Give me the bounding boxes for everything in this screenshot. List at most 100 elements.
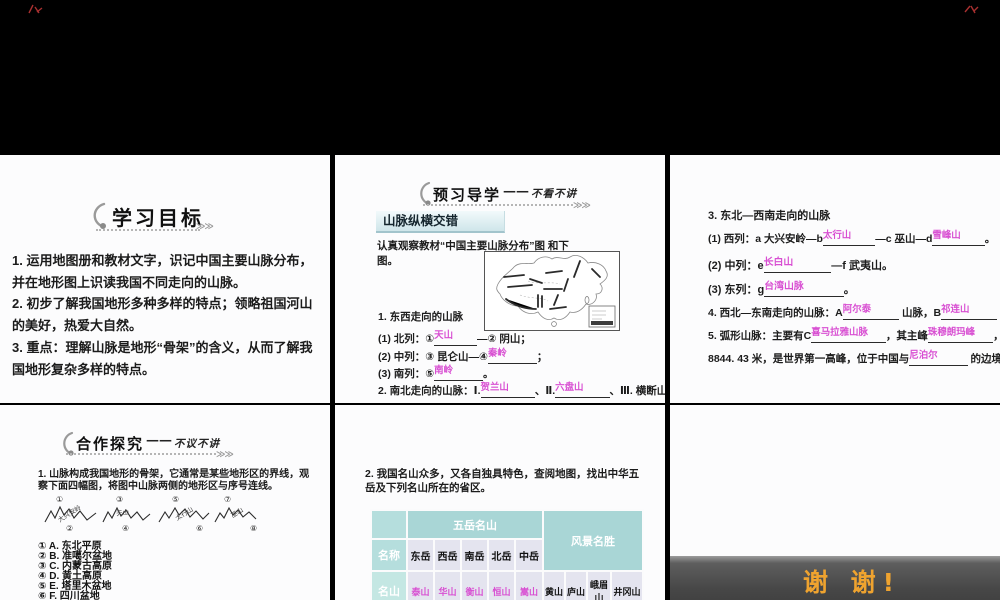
- question-line: 5. 弧形山脉：主要有C喜马拉雅山脉 ，其主峰珠穆朗玛峰 ，海拔: [708, 327, 1000, 343]
- question-line: 8844. 43 米，是世界第一高峰，位于中国与尼泊尔 的边境上。: [708, 350, 1000, 366]
- table-cell: 北岳: [489, 540, 514, 570]
- slide-page-1: 学习目标 ≫≫ 1. 运用地图册和教材文字，识记中国主要山脉分布，并在地形图上识…: [0, 155, 330, 403]
- answer-text: 尼泊尔: [909, 350, 938, 361]
- section-header: 山脉纵横交错: [376, 211, 505, 233]
- title-subtitle: 不议不讲: [174, 438, 220, 450]
- circled-number: ⑥: [196, 524, 204, 533]
- objective-item: 1. 运用地图册和教材文字，识记中国主要山脉分布，并在地形图上识读我国不同走向的…: [12, 253, 313, 290]
- table-answer-cell: 泰山: [408, 572, 433, 600]
- q-text: 4. 西北—东南走向的山脉：A: [708, 307, 843, 319]
- q-text: 。: [843, 284, 855, 296]
- question-line: 2. 南北走向的山脉：Ⅰ.贺兰山 、Ⅱ.六盘山 、Ⅲ. 横断山脉。: [378, 382, 665, 398]
- answer-text: 天山: [434, 330, 454, 341]
- slide-page-4: 合作探究 —— 不议不讲 ≫≫ 1. 山脉构成我国地形的骨架，它通常是某些地形区…: [0, 405, 330, 600]
- table-row-label: 名称: [372, 540, 406, 570]
- slide-page-2: 预习导学 —— 不看不讲 ≫≫ 山脉纵横交错 认真观察教材“中国主要山脉分布”图…: [335, 155, 665, 403]
- answer-text: 贺兰山: [480, 382, 509, 393]
- question-line: 4. 西北—东南走向的山脉：A阿尔泰 山脉，B祁连山 山脉。: [708, 304, 1000, 320]
- answer-blank: 南岭: [434, 365, 484, 381]
- table-corner-cell: [372, 511, 406, 538]
- q-text: —② 阴山；: [477, 333, 531, 345]
- dotted-rule: [423, 204, 573, 206]
- answer-blank: 秦岭: [487, 348, 537, 364]
- q-text: 5. 弧形山脉：主要有C: [708, 330, 812, 342]
- table-cell: 井冈山: [612, 572, 642, 600]
- q-text: (1) 西列：a 大兴安岭—b: [708, 233, 823, 245]
- table-cell: 南岳: [462, 540, 487, 570]
- table-cell: 东岳: [408, 540, 433, 570]
- q-text: ；: [536, 351, 548, 363]
- objective-item: 3. 重点：理解山脉是地形“骨架”的含义，从而了解我国地形复杂多样的特点。: [12, 340, 313, 377]
- answer-blank: 六盘山: [555, 382, 610, 398]
- q-text: 山脉，B: [899, 307, 942, 319]
- q-text: —c 巫山—d: [875, 233, 933, 245]
- circled-number: ②: [66, 524, 74, 533]
- answer-blank: 长白山: [763, 257, 832, 273]
- thanks-band: 谢 谢!: [670, 556, 1000, 600]
- range-label: 天山: [115, 509, 130, 518]
- answer-blank: 尼泊尔: [909, 350, 968, 366]
- q-text: (1) 北列：①: [378, 333, 435, 345]
- table-answer-cell: 华山: [435, 572, 460, 600]
- question-line: (1) 西列：a 大兴安岭—b太行山 —c 巫山—d雪峰山 。: [708, 230, 996, 246]
- chevrons-icon: ≫≫: [573, 200, 591, 210]
- circled-number: ④: [122, 524, 130, 533]
- mountain-figure: ③ 天山 ④: [102, 495, 160, 535]
- thanks-text: 谢 谢!: [802, 568, 902, 597]
- answer-blank: 太行山: [822, 230, 876, 246]
- question-line: (2) 中列：e长白山 —f 武夷山。: [708, 257, 893, 273]
- page-title: 合作探究: [76, 435, 145, 453]
- chevrons-icon: ≫≫: [216, 449, 234, 459]
- q-text: 2. 南北走向的山脉：Ⅰ.: [378, 385, 481, 397]
- q-text: ，海拔: [993, 330, 1000, 342]
- answer-text: 南岭: [434, 365, 454, 376]
- q-text: 。: [483, 368, 494, 380]
- exercise-text: 2. 我国名山众多，又各自独具特色，查阅地图，找出中华五岳及下列名山所在的省区。: [365, 468, 640, 494]
- dotted-rule: [66, 453, 216, 455]
- answer-blank: 祁连山: [941, 304, 998, 320]
- answer-blank: 珠穆朗玛峰: [927, 327, 994, 343]
- slide-page-5: 2. 我国名山众多，又各自独具特色，查阅地图，找出中华五岳及下列名山所在的省区。…: [335, 405, 665, 600]
- slide-page-6: 谢 谢!: [670, 405, 1000, 600]
- answer-text: 喜马拉雅山脉: [811, 327, 868, 338]
- question-line: (3) 东列：g台湾山脉 。: [708, 281, 855, 297]
- q-text: (3) 南列：⑤: [378, 368, 435, 380]
- objective-item: 2. 初步了解我国地形多种多样的特点；领略祖国河山的美好，热爱大自然。: [12, 296, 313, 333]
- answer-blank: 雪峰山: [932, 230, 985, 246]
- mountain-figure: ⑦ 巫山 ⑧: [214, 495, 272, 535]
- q-text: (2) 中列：③ 昆仑山—④: [378, 351, 488, 363]
- q-text: 的边境上。: [970, 353, 1000, 365]
- question-line: (3) 南列：⑤南岭 。: [378, 365, 494, 381]
- table-answer-cell: 恒山: [489, 572, 514, 600]
- answer-text: 台湾山脉: [764, 281, 804, 292]
- q-text: 8844. 43 米，是世界第一高峰，位于中国与: [708, 353, 910, 365]
- table-group-header: 风景名胜: [544, 511, 642, 570]
- table-row-label: 名山: [372, 572, 406, 600]
- answer-blank: 贺兰山: [480, 382, 535, 398]
- q-text: 、Ⅱ.: [534, 385, 556, 397]
- answer-blank: 阿尔泰: [842, 304, 900, 320]
- mountain-figure: ① 大兴安岭 ②: [44, 495, 102, 535]
- answer-text: 阿尔泰: [842, 304, 872, 315]
- chevrons-icon: ≫≫: [196, 221, 214, 231]
- question-line: (2) 中列：③ 昆仑山—④秦岭 ；: [378, 348, 548, 364]
- circled-number: ⑧: [250, 524, 258, 533]
- q-text: 。: [984, 233, 996, 245]
- answer-blank: 台湾山脉: [764, 281, 844, 297]
- title-dash: ——: [146, 433, 172, 448]
- answer-text: 秦岭: [487, 348, 507, 359]
- answer-blank: 天山: [434, 330, 478, 346]
- table-group-header: 五岳名山: [408, 511, 542, 538]
- title-dash: ——: [503, 184, 529, 199]
- table-cell: 庐山: [566, 572, 586, 600]
- question-heading: 3. 东北—西南走向的山脉: [708, 210, 831, 222]
- slide-grid-page: { "colors":{"answer_pink":"#d84fd2","tab…: [0, 0, 1000, 600]
- answer-text: 祁连山: [941, 304, 970, 315]
- table-cell: 黄山: [544, 572, 564, 600]
- page-title: 预习导学: [433, 186, 502, 204]
- mountain-figure: ⑤ 太行山 ⑥: [158, 495, 216, 535]
- table-cell: 峨眉山: [588, 572, 610, 600]
- answer-text: 珠穆朗玛峰: [927, 327, 976, 338]
- q-text: —f 武夷山。: [831, 260, 893, 272]
- table-answer-cell: 衡山: [462, 572, 487, 600]
